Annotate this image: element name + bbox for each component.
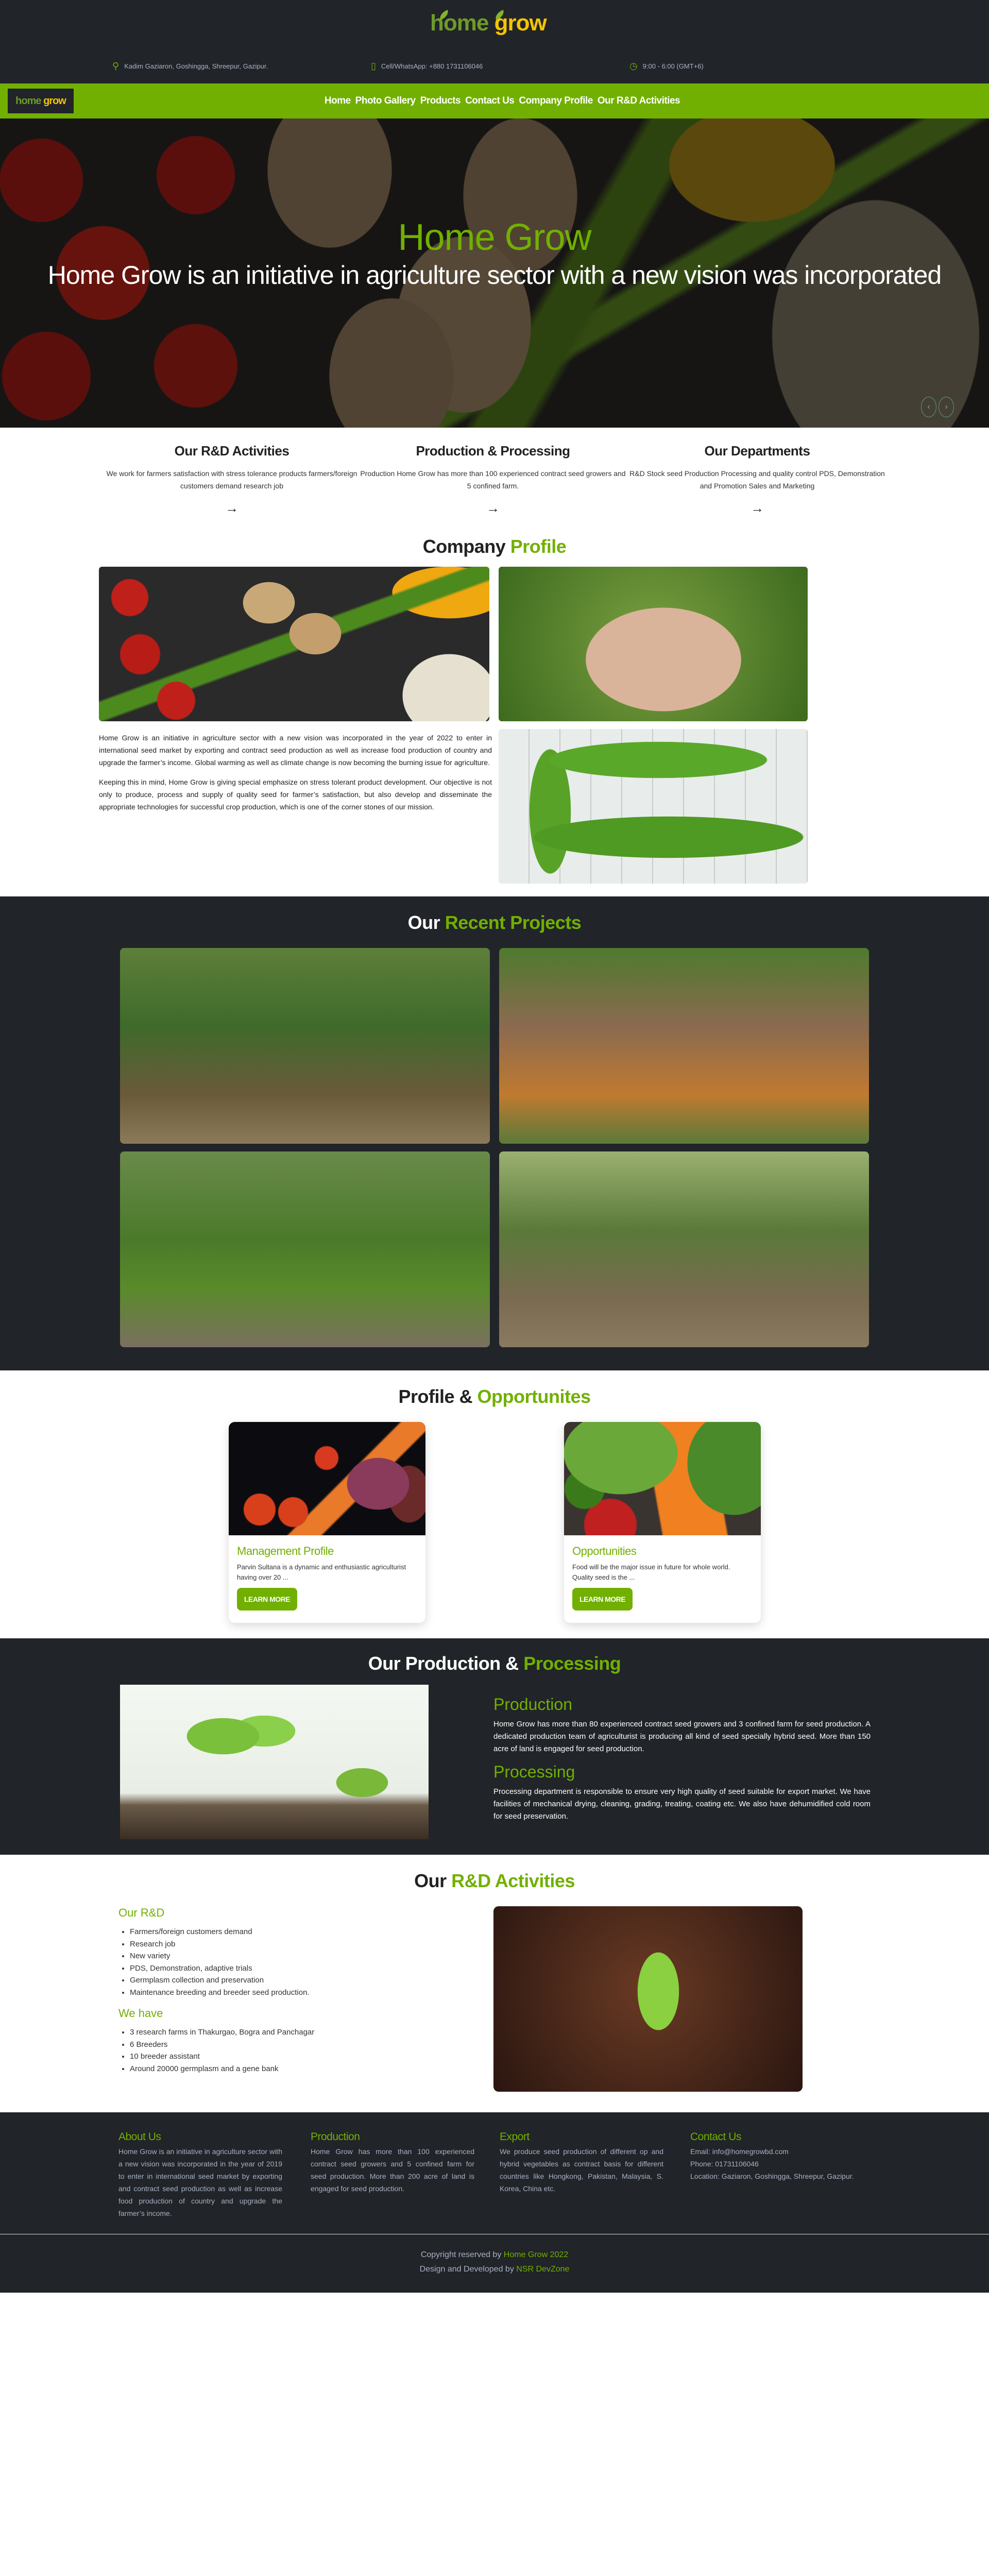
- nav-photo-gallery[interactable]: Photo Gallery: [355, 95, 416, 107]
- footer-about: About Us Home Grow is an initiative in ag…: [118, 2131, 282, 2217]
- production-processing-section: Our Production & Processing Production H…: [0, 1638, 989, 1855]
- opportunities-card: Opportunities Food will be the major iss…: [564, 1422, 761, 1623]
- hero-title: Home Grow: [398, 217, 591, 258]
- rnd-heading: Our R&D Activities: [414, 1870, 575, 1891]
- profile-opportunities-heading: Profile & Opportunites: [398, 1386, 591, 1407]
- hero-subtitle: Home Grow is an initiative in agricultur…: [47, 261, 942, 290]
- carousel-next-button[interactable]: ›: [939, 397, 954, 417]
- market-vegetables-image: [564, 1422, 761, 1535]
- seeds-in-hand-image: [499, 567, 808, 721]
- developer-link[interactable]: NSR DevZone: [516, 2265, 569, 2274]
- project-photo[interactable]: [499, 948, 869, 1144]
- phone-icon: ▯: [371, 61, 376, 71]
- learn-more-button[interactable]: LEARN MORE: [237, 1588, 298, 1611]
- site-logo[interactable]: home grow: [430, 10, 547, 36]
- green-peas-image: [499, 729, 808, 884]
- sprout-image: [493, 1906, 803, 2092]
- project-photo[interactable]: [120, 948, 490, 1144]
- footer-export: Export We produce seed production of diff…: [500, 2131, 663, 2193]
- footer-phone[interactable]: Phone: 01731106046: [690, 2158, 854, 2170]
- feature-departments: Our Departments R&D Stock seed Productio…: [623, 443, 891, 516]
- arrow-right-icon[interactable]: →: [359, 500, 627, 516]
- feature-rnd: Our R&D Activities We work for farmers s…: [98, 443, 366, 516]
- top-header: home grow ⚲ Kadim Gaziaron, Goshingga, Sh…: [0, 0, 989, 83]
- nav-products[interactable]: Products: [420, 95, 461, 107]
- rnd-lists: Our R&D Farmers/foreign customers demand…: [118, 1906, 479, 2083]
- footer-contact: Contact Us Email: info@homegrowbd.com Ph…: [690, 2131, 854, 2180]
- project-photo[interactable]: [120, 1151, 490, 1347]
- home-grow-link[interactable]: Home Grow 2022: [504, 2250, 568, 2259]
- hero-carousel: Home Grow Home Grow is an initiative in …: [0, 118, 989, 428]
- hours-info: ◷ 9:00 - 6:00 (GMT+6): [629, 61, 704, 71]
- recent-projects-section: Our Recent Projects: [0, 896, 989, 1370]
- main-nav: home grow Home Photo Gallery Products Co…: [0, 83, 989, 118]
- nav-company-profile[interactable]: Company Profile: [519, 95, 593, 107]
- footer-production: Production Home Grow has more than 100 ex…: [311, 2131, 474, 2193]
- footer: About Us Home Grow is an initiative in ag…: [0, 2112, 989, 2293]
- we-have-list: 3 research farms in Thakurgao, Bogra and…: [118, 2026, 479, 2075]
- project-photo[interactable]: [499, 1151, 869, 1347]
- copyright: Copyright reserved by Home Grow 2022: [420, 2250, 569, 2259]
- nav-home[interactable]: Home: [325, 95, 351, 107]
- production-text-block: Production Home Grow has more than 80 ex…: [493, 1695, 871, 1821]
- vegetables-image: [99, 567, 489, 721]
- clock-icon: ◷: [629, 61, 638, 71]
- nav-contact-us[interactable]: Contact Us: [465, 95, 515, 107]
- learn-more-button[interactable]: LEARN MORE: [572, 1588, 633, 1611]
- map-pin-icon: ⚲: [112, 61, 120, 71]
- production-processing-heading: Our Production & Processing: [368, 1653, 621, 1674]
- company-profile-text: Home Grow is an initiative in agricultur…: [99, 734, 492, 811]
- arrow-right-icon[interactable]: →: [623, 500, 891, 516]
- recent-projects-heading: Our Recent Projects: [407, 912, 582, 933]
- nav-rnd-activities[interactable]: Our R&D Activities: [598, 95, 680, 107]
- developer-credit: Design and Developed by NSR DevZone: [419, 2265, 570, 2274]
- company-profile-heading: Company Profile: [422, 536, 567, 557]
- feature-production: Production & Processing Production Home …: [359, 443, 627, 516]
- carousel-prev-button[interactable]: ‹: [921, 397, 936, 417]
- rnd-list: Farmers/foreign customers demandResearch…: [118, 1926, 479, 1998]
- seedlings-image: [120, 1685, 429, 1839]
- address-info: ⚲ Kadim Gaziaron, Goshingga, Shreepur, Ga…: [112, 61, 268, 71]
- management-profile-card: Management Profile Parvin Sultana is a d…: [229, 1422, 425, 1623]
- footer-email[interactable]: Email: info@homegrowbd.com: [690, 2145, 854, 2158]
- vegetables-image: [229, 1422, 425, 1535]
- arrow-right-icon[interactable]: →: [98, 500, 366, 516]
- phone-info: ▯ Cell/WhatsApp: +880 1731106046: [371, 61, 483, 71]
